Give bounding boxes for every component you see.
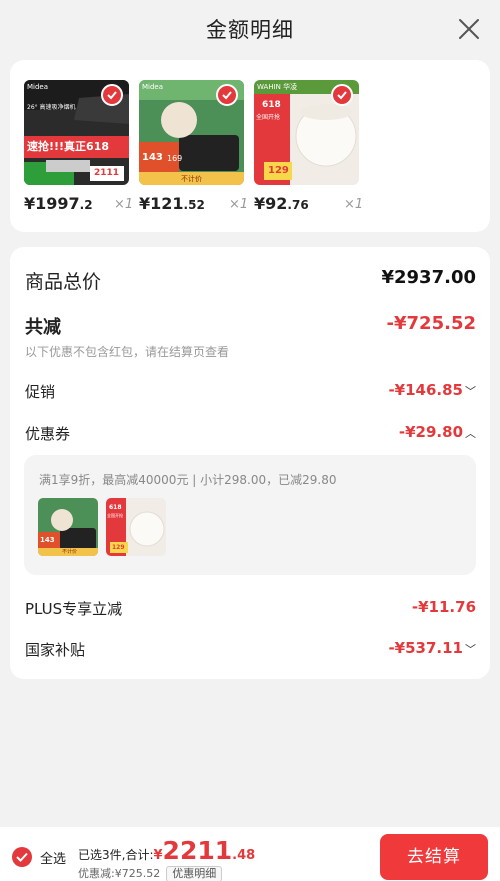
product-qty: ×1 <box>229 197 249 212</box>
subsidy-row[interactable]: 国家补贴 -¥537.11 ﹀ <box>25 639 476 660</box>
plus-label: PLUS专享立减 <box>25 600 123 618</box>
chevron-down-icon: ﹀ <box>465 643 476 656</box>
subsidy-label: 国家补贴 <box>25 641 86 659</box>
plus-row: PLUS专享立减 -¥11.76 <box>25 598 476 619</box>
checkout-button[interactable]: 去结算 <box>380 834 488 880</box>
summary-card: 商品总价 ¥2937.00 共减 -¥725.52 以下优惠不包含红包，请在结算… <box>10 247 490 679</box>
discount-summary: 优惠减:¥725.52 优惠明细 <box>78 865 223 881</box>
total-row: 商品总价 ¥2937.00 <box>25 267 476 294</box>
coupon-detail-box: 满1享9折，最高减40000元 | 小计298.00，已减29.80 143 不… <box>24 455 476 575</box>
total-label: 商品总价 <box>25 271 102 293</box>
thumb-price: 2111 <box>94 168 120 178</box>
chevron-down-icon: ﹀ <box>465 385 476 398</box>
total-value: ¥2937.00 <box>381 267 476 288</box>
coupon-detail-text: 满1享9折，最高减40000元 | 小计298.00，已减29.80 <box>39 473 337 487</box>
page-title: 金额明细 <box>206 18 294 42</box>
product-price: ¥121.52 <box>139 194 205 213</box>
coupon-row[interactable]: 优惠券 -¥29.80 ︿ <box>25 423 476 444</box>
coupon-thumb-promo: 618 <box>109 504 122 511</box>
coupon-value[interactable]: -¥29.80 ︿ <box>399 423 476 441</box>
coupon-thumb-promo-sub: 全国开抢 <box>107 513 123 518</box>
promo-label: 促销 <box>25 383 56 401</box>
thumb-promo: 618 <box>262 100 281 110</box>
total-amount-decimal: .48 <box>232 848 256 863</box>
product-price: ¥92.76 <box>254 194 309 213</box>
reduce-row: 共减 -¥725.52 <box>25 313 476 339</box>
selected-check-icon[interactable] <box>101 84 123 106</box>
reduce-note: 以下优惠不包含红包，请在结算页查看 <box>25 345 230 359</box>
thumb-brand: Midea <box>27 83 49 91</box>
product-qty: ×1 <box>344 197 364 212</box>
thumb-promo-sub: 全国开抢 <box>256 114 281 121</box>
bottom-bar: 全选 已选3件,合计:¥2211.48 优惠减:¥725.52 优惠明细 去结算 <box>0 827 500 881</box>
coupon-label: 优惠券 <box>25 425 71 443</box>
reduce-value: -¥725.52 <box>386 313 476 334</box>
selected-check-icon[interactable] <box>331 84 353 106</box>
select-all-check-icon[interactable] <box>12 847 32 867</box>
coupon-thumb-price: 143 <box>40 536 55 544</box>
discount-text: 优惠减:¥725.52 <box>78 867 161 880</box>
plus-value: -¥11.76 <box>411 598 476 616</box>
product-image[interactable]: Midea 26° 高速吸净烟机 速抢!!!真正618 2111 <box>24 80 129 185</box>
product-qty: ×1 <box>114 197 134 212</box>
total-summary: 已选3件,合计:¥2211.48 <box>78 836 255 865</box>
discount-detail-button[interactable]: 优惠明细 <box>166 866 223 881</box>
thumb-tag: 不计价 <box>181 175 202 183</box>
total-amount: 2211 <box>162 836 233 865</box>
total-currency: ¥ <box>153 848 163 863</box>
thumb-price: 129 <box>268 165 289 176</box>
promo-row[interactable]: 促销 -¥146.85 ﹀ <box>25 381 476 402</box>
thumb-price: 143 <box>142 152 163 163</box>
coupon-product-image: 143 不计价 <box>38 498 98 556</box>
thumb-promo: 速抢!!!真正618 <box>27 140 110 153</box>
product-image[interactable]: Midea 143 169 不计价 <box>139 80 244 185</box>
coupon-thumb-price: 129 <box>112 544 125 551</box>
reduce-label: 共减 <box>25 317 61 338</box>
select-all-label[interactable]: 全选 <box>40 848 66 867</box>
thumb-headline: 26° 高速吸净烟机 <box>27 104 76 111</box>
selected-count-text: 已选3件,合计: <box>78 848 154 862</box>
selected-check-icon[interactable] <box>216 84 238 106</box>
promo-value[interactable]: -¥146.85 ﹀ <box>388 381 476 399</box>
thumb-brand: Midea <box>142 83 164 91</box>
header: 金额明细 <box>0 0 500 58</box>
thumb-brand: WAHIN 华凌 <box>257 83 298 91</box>
products-card: Midea 26° 高速吸净烟机 速抢!!!真正618 2111 ¥1997.2… <box>10 60 490 232</box>
close-icon[interactable] <box>457 17 481 41</box>
coupon-thumb-tag: 不计价 <box>62 549 78 555</box>
chevron-up-icon: ︿ <box>465 427 476 440</box>
product-image[interactable]: WAHIN 华凌 618 全国开抢 129 <box>254 80 359 185</box>
subsidy-value[interactable]: -¥537.11 ﹀ <box>388 639 476 657</box>
thumb-orig-price: 169 <box>167 154 183 163</box>
coupon-product-image: 618 全国开抢 129 <box>106 498 166 556</box>
product-price: ¥1997.2 <box>24 194 93 213</box>
